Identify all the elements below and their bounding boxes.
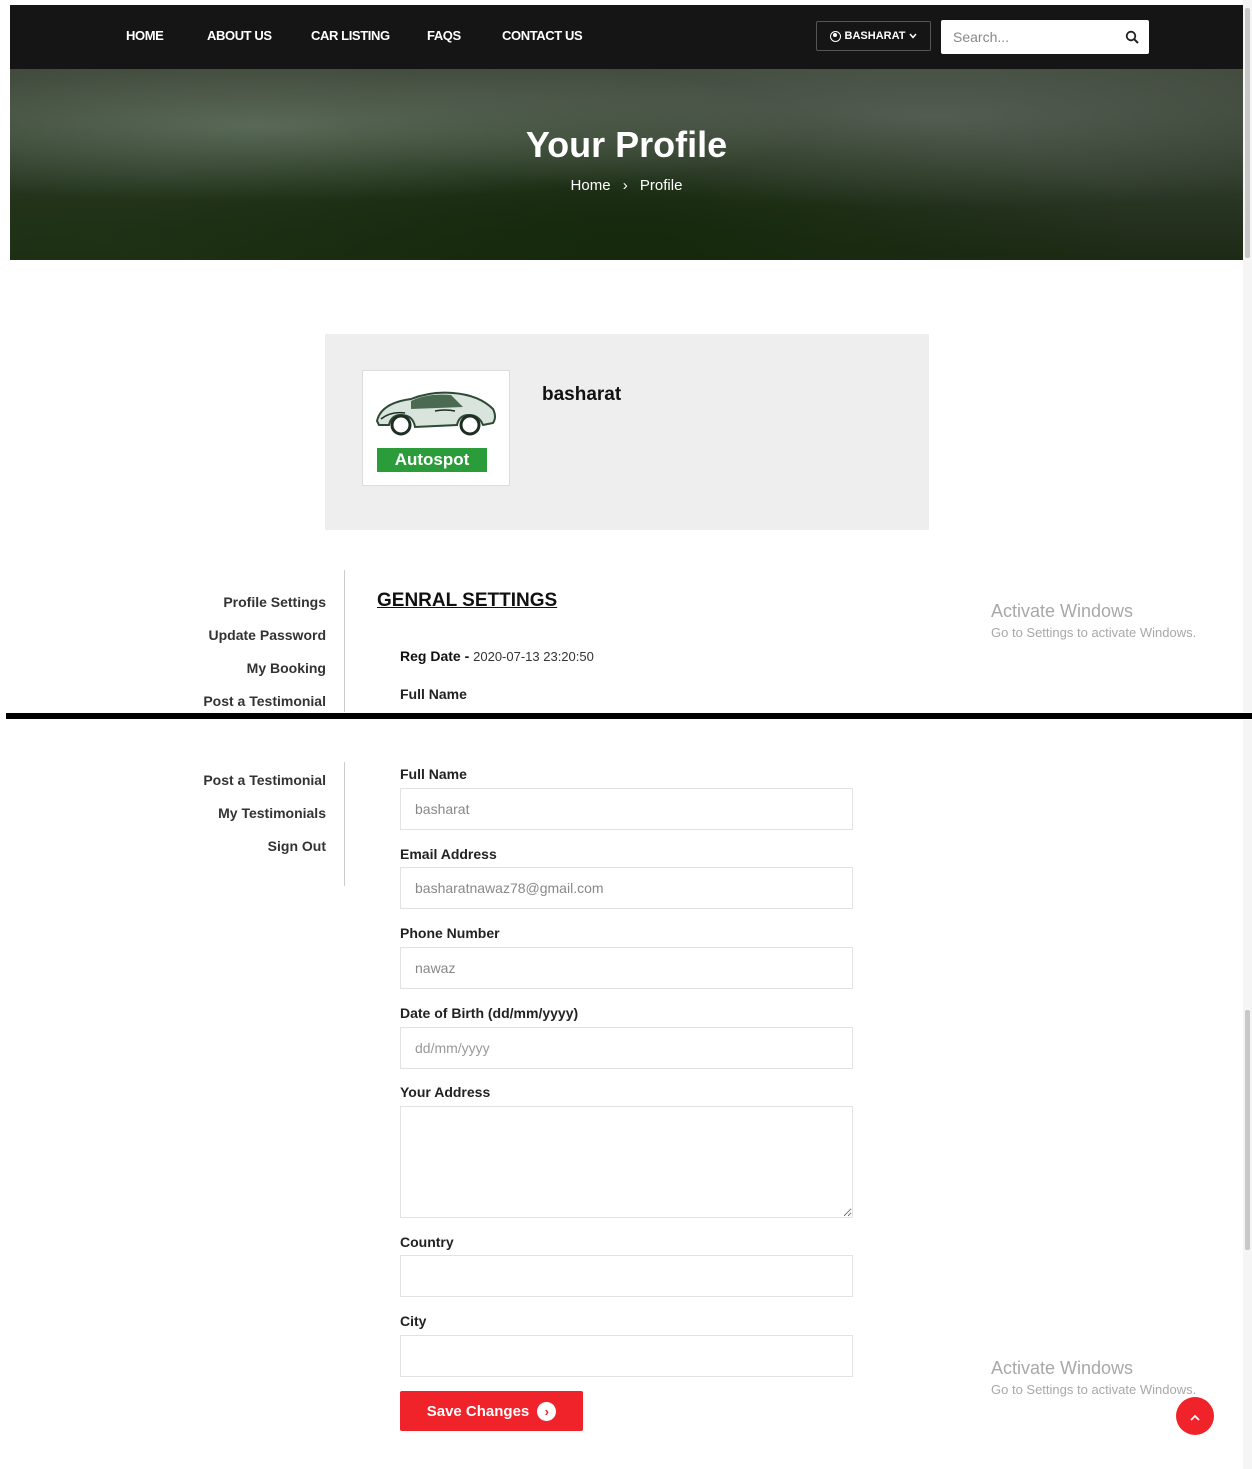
full-name-label: Full Name: [400, 766, 467, 782]
search-box: [941, 20, 1149, 54]
breadcrumb: Home › Profile: [10, 177, 1243, 194]
email-label: Email Address: [400, 846, 497, 862]
profile-name: basharat: [542, 384, 622, 405]
reg-date: Reg Date - 2020-07-13 23:20:50: [400, 648, 594, 664]
profile-card: Autospot basharat: [325, 334, 929, 530]
scrollbar-thumb[interactable]: [1245, 8, 1250, 258]
back-to-top-button[interactable]: [1176, 1397, 1214, 1435]
hero-banner: Your Profile Home › Profile: [10, 69, 1243, 260]
dob-field[interactable]: [400, 1027, 853, 1069]
dob-label: Date of Birth (dd/mm/yyyy): [400, 1005, 579, 1021]
chevron-up-icon: [1190, 1414, 1200, 1421]
reg-date-label: Reg Date -: [400, 648, 474, 664]
arrow-right-icon: ›: [537, 1401, 557, 1421]
page-title: Your Profile: [525, 124, 728, 165]
city-field[interactable]: [400, 1335, 853, 1377]
save-changes-button[interactable]: Save Changes ›: [400, 1391, 583, 1431]
sidebar-item-sign-out[interactable]: Sign Out: [268, 838, 326, 854]
watermark-subtitle: Go to Settings to activate Windows.: [991, 625, 1197, 640]
search-icon[interactable]: [1125, 30, 1139, 44]
screenshot-top: HOME ABOUT US CAR LISTING FAQS CONTACT U…: [0, 0, 1252, 712]
nav-about-us[interactable]: ABOUT US: [207, 28, 272, 43]
screenshot-bottom: Post a Testimonial My Testimonials Sign …: [0, 720, 1252, 1469]
breadcrumb-current: Profile: [639, 177, 683, 194]
phone-label: Phone Number: [400, 925, 500, 941]
email-field[interactable]: [400, 867, 853, 909]
nav-contact-us[interactable]: CONTACT US: [502, 28, 583, 43]
user-menu-label: BASHARAT: [844, 30, 906, 42]
sidebar-item-profile-settings[interactable]: Profile Settings: [223, 594, 326, 610]
phone-field[interactable]: [400, 947, 853, 989]
navbar: HOME ABOUT US CAR LISTING FAQS CONTACT U…: [10, 5, 1243, 69]
sidebar-item-my-testimonials[interactable]: My Testimonials: [218, 805, 326, 821]
watermark-subtitle: Go to Settings to activate Windows.: [991, 1382, 1197, 1397]
scrollbar[interactable]: [1243, 0, 1252, 712]
address-field[interactable]: [400, 1106, 853, 1218]
nav-car-listing[interactable]: CAR LISTING: [311, 28, 390, 43]
country-field[interactable]: [400, 1255, 853, 1297]
search-input[interactable]: [941, 20, 1111, 54]
sidebar-divider: [344, 762, 345, 886]
sidebar-item-post-testimonial[interactable]: Post a Testimonial: [203, 772, 326, 788]
address-label: Your Address: [400, 1084, 491, 1100]
user-menu-button[interactable]: BASHARAT: [816, 21, 931, 51]
sidebar-divider: [344, 570, 345, 712]
sidebar-item-my-booking[interactable]: My Booking: [247, 660, 326, 676]
windows-watermark: Activate Windows Go to Settings to activ…: [991, 1358, 1196, 1397]
avatar: Autospot: [362, 370, 510, 486]
car-logo-icon: [375, 391, 496, 436]
windows-watermark: Activate Windows Go to Settings to activ…: [991, 601, 1196, 640]
breadcrumb-home[interactable]: Home: [571, 177, 611, 194]
watermark-title: Activate Windows: [991, 601, 1134, 621]
scrollbar[interactable]: [1243, 720, 1252, 1469]
scrollbar-thumb[interactable]: [1245, 1010, 1250, 1250]
chevron-right-icon: ›: [622, 177, 628, 194]
city-label: City: [400, 1313, 427, 1329]
country-label: Country: [400, 1234, 454, 1250]
screenshot-divider: [6, 713, 1252, 719]
nav-faqs[interactable]: FAQS: [427, 28, 461, 43]
chevron-down-icon: [909, 33, 918, 39]
reg-date-value: 2020-07-13 23:20:50: [473, 649, 594, 664]
save-changes-label: Save Changes: [426, 1402, 530, 1420]
logo-text: Autospot: [377, 448, 487, 472]
sidebar-item-update-password[interactable]: Update Password: [209, 627, 326, 643]
full-name-label: Full Name: [400, 686, 467, 702]
full-name-field[interactable]: [400, 788, 853, 830]
nav-home[interactable]: HOME: [126, 28, 164, 43]
sidebar-item-post-testimonial[interactable]: Post a Testimonial: [203, 693, 326, 709]
section-title: GENRAL SETTINGS: [377, 590, 558, 611]
user-circle-icon: [829, 30, 841, 42]
watermark-title: Activate Windows: [991, 1358, 1134, 1378]
